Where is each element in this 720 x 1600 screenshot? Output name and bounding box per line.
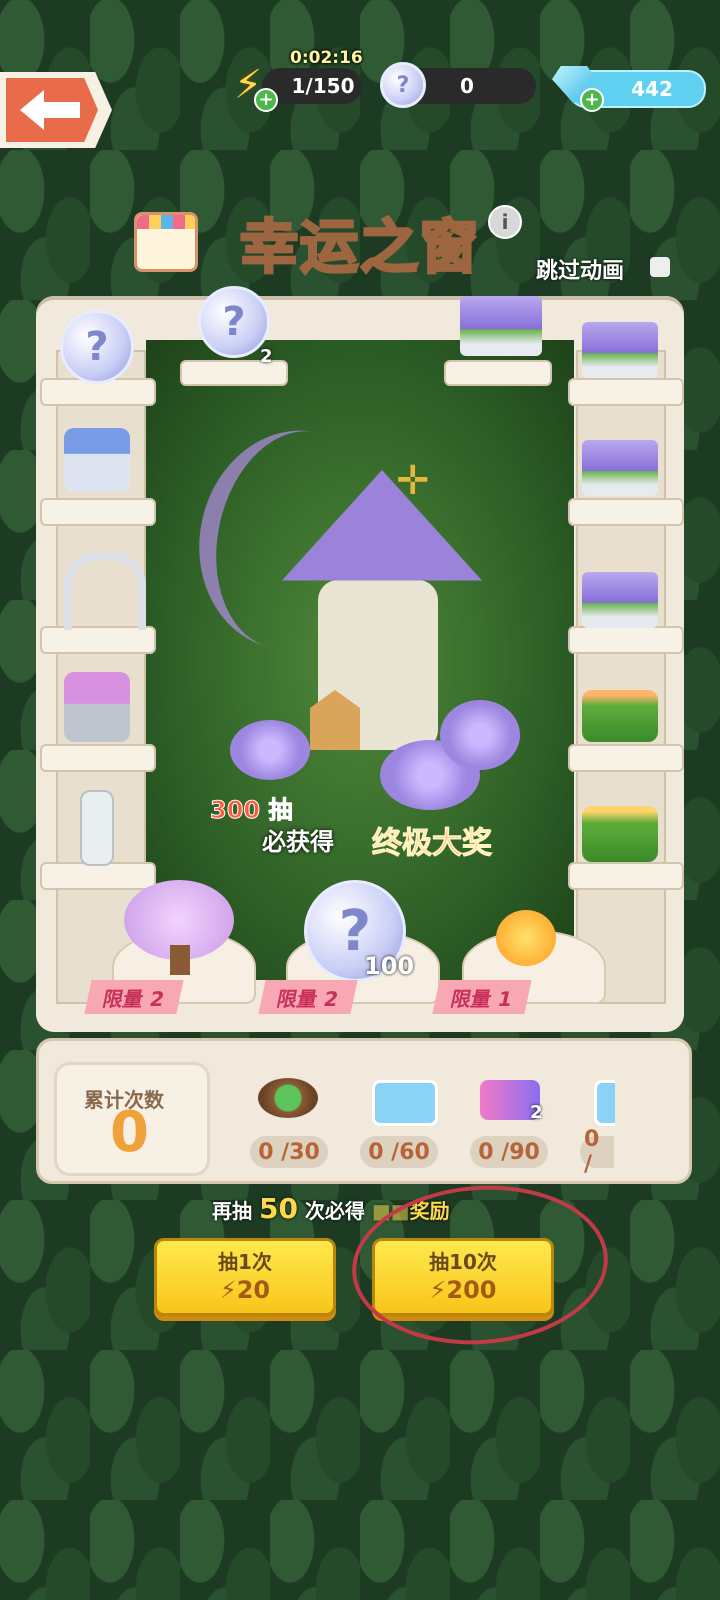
hint-prefix: 再抽 (212, 1199, 252, 1223)
energy-bolt-icon: ⚡ (219, 1275, 237, 1304)
shelf (444, 360, 552, 386)
hint-middle: 次必得 (304, 1199, 365, 1223)
prize-lavender-planter (460, 296, 542, 356)
prize-blossom-tree-trunk (170, 945, 190, 975)
milestone-badge: 2 (530, 1102, 543, 1123)
compass-icon: ✛ (396, 458, 430, 504)
prize-lavender-planter (582, 322, 658, 378)
promo-count-unit: 抽 (268, 796, 293, 825)
milestone-progress: 0 /60 (360, 1136, 438, 1168)
energy-value: 1/150 (291, 74, 355, 98)
draw-one-cost: ⚡20 (219, 1275, 271, 1304)
draw-one-button[interactable]: 抽1次 ⚡20 (154, 1238, 336, 1316)
promo-guarantee: 必获得 (262, 828, 334, 856)
back-button[interactable] (0, 72, 112, 148)
coin-value: 0 (460, 74, 474, 98)
energy-refill-timer: 0:02:16 (290, 48, 363, 68)
hint-number: 50 (258, 1192, 298, 1225)
coin-icon: ? (380, 62, 426, 108)
shelf (40, 498, 156, 526)
lavender-bush (230, 720, 310, 780)
milestone-progress: 0 /90 (470, 1136, 548, 1168)
draw-one-label: 抽1次 (218, 1249, 272, 1274)
ticket-icon[interactable] (372, 1080, 438, 1126)
shelf (40, 862, 156, 890)
prize-golden-sun (496, 910, 556, 966)
prize-coin-count: 2 (260, 346, 273, 367)
prize-stone-arch (64, 552, 146, 630)
shelf (568, 862, 684, 890)
milestone-progress: 0 / (580, 1127, 614, 1177)
shop-icon[interactable] (134, 212, 198, 272)
draw-count-value: 0 (110, 1100, 149, 1165)
prize-lavender-planter (582, 440, 658, 496)
promo-count: 300 抽 (209, 790, 293, 825)
back-arrow-icon (6, 78, 98, 142)
add-gems-button[interactable]: + (580, 88, 604, 112)
limit-badge: 限量 2 (258, 980, 358, 1014)
prize-coin-icon: ? (60, 310, 134, 384)
prize-column (80, 790, 114, 866)
prize-well-tower (64, 428, 130, 492)
prize-coin-count: 100 (364, 952, 415, 980)
skip-animation-checkbox[interactable] (650, 257, 670, 277)
milestone-progress: 0 /30 (250, 1136, 328, 1168)
page-title: 幸运之窗 (238, 212, 481, 283)
shelf (568, 626, 684, 654)
gem-value: 442 (631, 77, 673, 101)
shelf (568, 744, 684, 772)
limit-badge: 限量 2 (84, 980, 184, 1014)
shelf (40, 626, 156, 654)
promo-count-number: 300 (209, 796, 261, 825)
shelf (40, 744, 156, 772)
ticket-icon[interactable] (594, 1080, 615, 1126)
shelf (568, 378, 684, 406)
prize-wishing-well (64, 672, 130, 742)
shelf (568, 498, 684, 526)
info-icon[interactable]: i (488, 205, 522, 239)
promo-grand-prize: 终极大奖 (372, 826, 493, 862)
prize-hedge (582, 690, 658, 742)
lavender-bush (440, 700, 520, 770)
prize-lavender-planter (582, 572, 658, 628)
prize-hedge (582, 806, 658, 862)
add-energy-button[interactable]: + (254, 88, 278, 112)
milestone-reward-icon[interactable] (258, 1078, 318, 1118)
limit-badge: 限量 1 (432, 980, 532, 1014)
skip-animation-label[interactable]: 跳过动画 (536, 253, 624, 285)
